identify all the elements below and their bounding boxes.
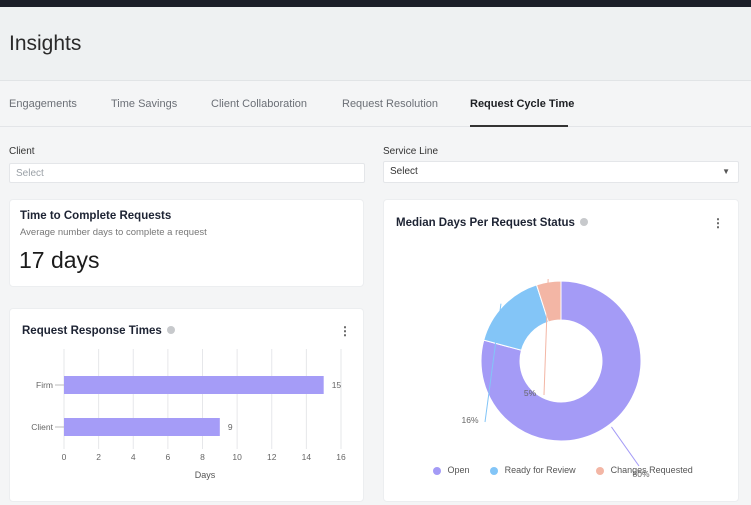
client-filter-label: Client	[9, 146, 35, 157]
x-tick-label: 12	[267, 452, 277, 462]
time-to-complete-card: Time to Complete Requests Average number…	[9, 199, 364, 287]
bar	[64, 418, 220, 436]
slice-data-label: 5%	[524, 388, 537, 398]
bar	[64, 376, 324, 394]
slice-data-label: 80%	[632, 469, 649, 479]
main-content: Client Select Service Line Select ▼ Time…	[0, 128, 751, 505]
tab-request-resolution[interactable]: Request Resolution	[342, 98, 438, 110]
page-header: Insights	[0, 7, 751, 81]
data-label: 9	[228, 422, 233, 432]
x-tick-label: 16	[336, 452, 346, 462]
x-tick-label: 6	[166, 452, 171, 462]
time-to-complete-subtitle: Average number days to complete a reques…	[20, 227, 207, 238]
tab-engagements[interactable]: Engagements	[9, 98, 77, 110]
request-response-times-card: Request Response Times ⋮ 0 2 4 6 8 10 12 14 16 Fi…	[9, 308, 364, 502]
time-to-complete-title: Time to Complete Requests	[20, 210, 172, 222]
window-top-bar	[0, 0, 751, 7]
donut-slice	[483, 284, 550, 351]
x-axis-label: Days	[195, 470, 216, 480]
tab-bar: Engagements Time Savings Client Collabor…	[0, 81, 751, 127]
tab-request-cycle-time[interactable]: Request Cycle Time	[470, 98, 574, 110]
service-line-select[interactable]: Select ▼	[383, 161, 739, 183]
label-leader-line	[611, 426, 640, 467]
median-days-card: Median Days Per Request Status ⋮ 80% 16% 5…	[383, 199, 739, 502]
chevron-down-icon: ▼	[722, 167, 730, 176]
x-tick-label: 10	[232, 452, 242, 462]
time-to-complete-value: 17 days	[19, 247, 100, 273]
slice-data-label: 16%	[461, 415, 478, 425]
tab-client-collaboration[interactable]: Client Collaboration	[211, 98, 307, 110]
y-category-label: Client	[31, 422, 53, 432]
request-status-donut-chart: 80% 16% 5%	[461, 278, 650, 479]
active-tab-indicator	[470, 125, 568, 127]
x-tick-label: 0	[62, 452, 67, 462]
tab-time-savings[interactable]: Time Savings	[111, 98, 177, 110]
service-line-select-value: Select	[390, 166, 418, 177]
y-category-label: Firm	[36, 380, 53, 390]
x-tick-label: 2	[96, 452, 101, 462]
client-select[interactable]: Select	[9, 163, 365, 183]
x-tick-label: 8	[200, 452, 205, 462]
client-select-placeholder: Select	[16, 168, 44, 179]
service-line-filter-label: Service Line	[383, 146, 439, 157]
x-tick-label: 4	[131, 452, 136, 462]
response-times-bar-chart: 0 2 4 6 8 10 12 14 16 Firm 15 Client 9 Days	[31, 349, 346, 480]
page-title: Insights	[9, 32, 82, 55]
x-tick-label: 14	[302, 452, 312, 462]
data-label: 15	[332, 380, 342, 390]
